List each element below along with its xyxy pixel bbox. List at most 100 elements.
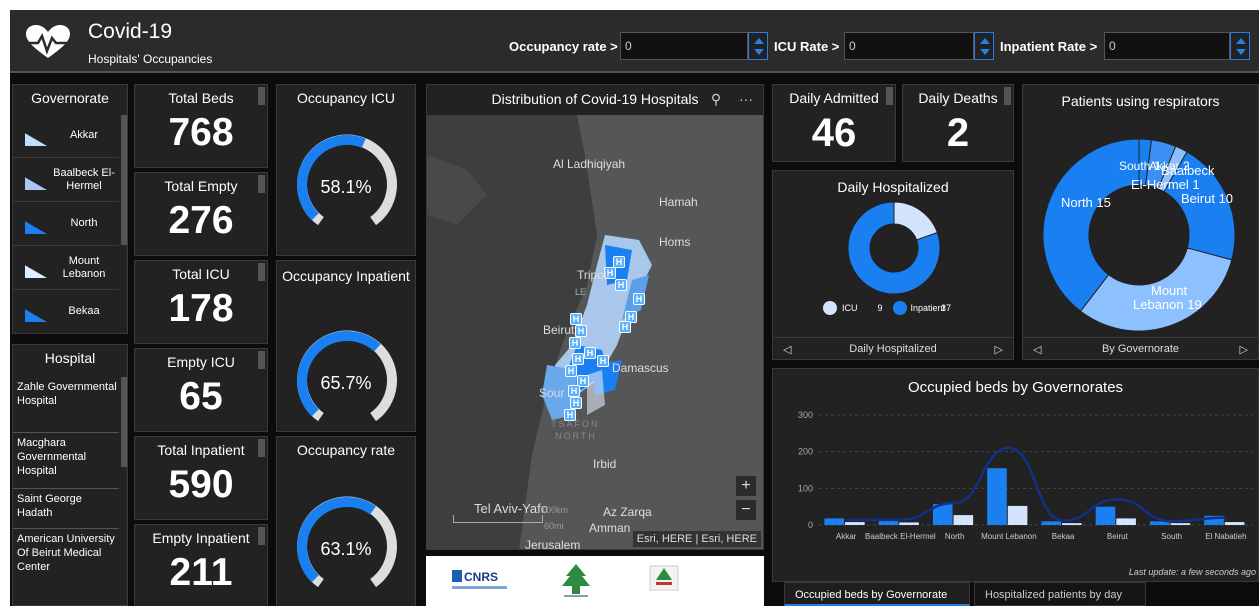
map-label: NORTH: [555, 431, 597, 441]
hospital-marker-icon[interactable]: H: [568, 385, 580, 397]
scale-label: 100km: [541, 505, 569, 515]
y-tick-label: 300: [798, 410, 813, 420]
occupancy-icu-value: 58.1%: [320, 177, 372, 197]
daily-deaths-value: 2: [946, 111, 970, 155]
inpatient-rate-input[interactable]: [1104, 32, 1230, 60]
icu-rate-spinner[interactable]: [974, 32, 994, 60]
y-tick-label: 100: [798, 483, 813, 493]
bar-bekaa[interactable]: [1041, 521, 1062, 525]
hospital-scrollbar[interactable]: [121, 377, 127, 467]
bar-beirut[interactable]: [1116, 518, 1136, 525]
card-tab: [1004, 87, 1011, 105]
hospital-marker-icon[interactable]: H: [572, 353, 584, 365]
hospital-marker-icon[interactable]: H: [615, 279, 627, 291]
card-tab: [886, 87, 893, 105]
slice-label: El-Hermel 1: [1131, 177, 1200, 192]
governorate-item-bekaa[interactable]: Bekaa: [13, 291, 119, 333]
occupancy-rate-spinner[interactable]: [748, 32, 768, 60]
bar-mount-lebanon[interactable]: [1007, 505, 1028, 525]
bar-akkar[interactable]: [824, 518, 845, 525]
bar-akkar[interactable]: [845, 522, 865, 525]
occupancy-rate-panel: Occupancy rate 63.1%: [276, 436, 416, 606]
legend-swatch-icon: [823, 301, 837, 315]
next-arrow-icon[interactable]: ▷: [995, 343, 1003, 356]
total-beds-card: Total Beds 768: [134, 84, 268, 168]
zoom-in-button[interactable]: +: [735, 475, 757, 497]
map-label: Hamah: [659, 195, 698, 209]
hospital-panel: Hospital Zahle Governmental Hospital Mac…: [12, 344, 128, 606]
card-tab: [258, 263, 265, 281]
map-label: Az Zarqa: [603, 505, 652, 519]
map-canvas[interactable]: [427, 115, 764, 550]
hospital-marker-icon[interactable]: H: [584, 347, 596, 359]
governorate-title: Governorate: [31, 90, 109, 106]
hospital-marker-icon[interactable]: H: [633, 293, 645, 305]
partners-logo-strip: CNRS: [426, 556, 764, 606]
map-label: Homs: [659, 235, 691, 249]
more-icon[interactable]: ···: [739, 91, 753, 107]
hospital-item[interactable]: Zahle Governmental Hospital: [13, 377, 119, 433]
hospital-marker-icon[interactable]: H: [565, 365, 577, 377]
hospital-marker-icon[interactable]: H: [597, 355, 609, 367]
governorate-item-north[interactable]: North: [13, 203, 119, 246]
daily-admitted-value: 46: [811, 111, 857, 155]
icu-rate-input[interactable]: [844, 32, 974, 60]
hospital-marker-icon[interactable]: H: [570, 397, 582, 409]
hospital-item[interactable]: Saint George Hadath: [13, 489, 119, 529]
heart-pulse-icon: [26, 25, 70, 58]
occupancy-rate-input[interactable]: [620, 32, 748, 60]
map-label: Damascus: [612, 361, 669, 375]
map-label: Irbid: [593, 457, 617, 471]
governorate-scrollbar[interactable]: [121, 115, 127, 245]
occupancy-inpatient-label: Occupancy Inpatient: [282, 268, 410, 284]
pie-slice-icu[interactable]: [893, 201, 938, 241]
bar-beirut[interactable]: [1095, 506, 1116, 525]
next-arrow-icon[interactable]: ▷: [1240, 343, 1248, 356]
map-toolbar: ⚲ ···: [711, 91, 753, 108]
area-swatch-icon: [25, 177, 47, 190]
governorate-item-akkar[interactable]: Akkar: [13, 115, 119, 158]
governorate-item-mount-lebanon[interactable]: Mount Lebanon: [13, 247, 119, 290]
map-label: Al Ladhiqiyah: [553, 157, 626, 171]
hospital-item[interactable]: Macghara Governmental Hospital: [13, 433, 119, 489]
header-bar: Covid-19 Hospitals' Occupancies Occupanc…: [10, 10, 1259, 73]
hospital-marker-icon[interactable]: H: [619, 321, 631, 333]
card-tab: [258, 87, 265, 105]
bar-mount-lebanon[interactable]: [987, 468, 1007, 525]
governorate-item-baalbeck[interactable]: Baalbeck El-Hermel: [13, 159, 119, 202]
map-label: Sour: [539, 386, 565, 400]
total-empty-value: 276: [168, 199, 234, 242]
cnrs-logo-icon: CNRS: [452, 570, 507, 589]
inpatient-rate-spinner[interactable]: [1230, 32, 1250, 60]
respirators-title: Patients using respirators: [1061, 93, 1220, 109]
map-scale-bar: [453, 515, 543, 523]
app-title: Covid-19: [88, 20, 173, 43]
search-icon[interactable]: ⚲: [711, 91, 721, 107]
map-label: LE: [575, 287, 587, 297]
zoom-out-button[interactable]: −: [735, 499, 757, 521]
x-tick-label: Baalbeck El-Hermel: [865, 532, 936, 541]
hospital-marker-icon[interactable]: H: [575, 325, 587, 337]
tab-hospitalized-by-day[interactable]: Hospitalized patients by day: [974, 582, 1146, 606]
map-label: Tel Aviv-Yafo: [474, 501, 548, 516]
hospital-item[interactable]: American University Of Beirut Medical Ce…: [13, 529, 119, 606]
empty-icu-card: Empty ICU 65: [134, 348, 268, 432]
total-icu-label: Total ICU: [172, 266, 230, 282]
bar-north[interactable]: [953, 515, 974, 525]
tab-occupied-beds[interactable]: Occupied beds by Governorate: [784, 582, 970, 606]
filter-icu-label: ICU Rate >: [774, 39, 840, 54]
bar-el-nabatieh[interactable]: [1224, 522, 1245, 525]
slice-label: Beirut 10: [1181, 191, 1234, 206]
cedar-logo-icon: [562, 564, 590, 597]
bar-bekaa[interactable]: [1062, 523, 1082, 525]
occupancy-icu-panel: Occupancy ICU 58.1%: [276, 84, 416, 256]
bar-south[interactable]: [1170, 523, 1191, 525]
daily-hospitalized-donut: [847, 201, 941, 295]
hospital-marker-icon[interactable]: H: [569, 337, 581, 349]
bar-baalbeck-el-hermel[interactable]: [899, 522, 919, 525]
slice-label: Lebanon 19: [1133, 297, 1202, 312]
respirators-nav: ◁ By Governorate ▷: [1023, 337, 1258, 359]
total-beds-label: Total Beds: [168, 90, 234, 106]
svg-text:CNRS: CNRS: [464, 570, 498, 584]
x-tick-label: El Nabatieh: [1205, 532, 1246, 541]
